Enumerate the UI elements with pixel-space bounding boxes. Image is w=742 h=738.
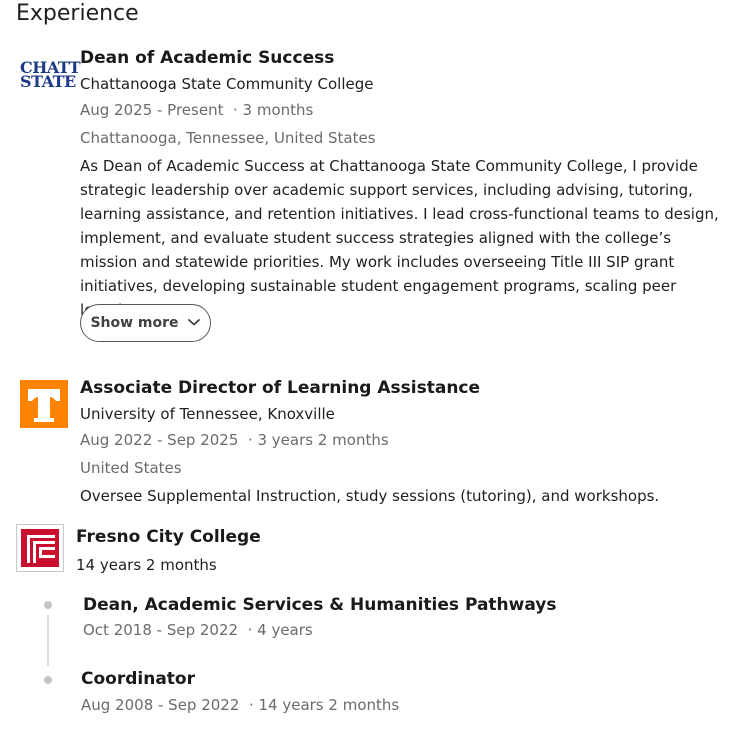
job-dates: Aug 2025 - Present · 3 months — [80, 101, 313, 119]
total-duration: 14 years 2 months — [76, 556, 217, 574]
role-dates: Oct 2018 - Sep 2022 · 4 years — [83, 621, 313, 639]
job-location: Chattanooga, Tennessee, United States — [80, 129, 376, 147]
company-name: University of Tennessee, Knoxville — [80, 405, 335, 423]
date-range: Oct 2018 - Sep 2022 — [83, 621, 239, 639]
role-dates: Aug 2008 - Sep 2022 · 14 years 2 months — [81, 696, 399, 714]
ut-power-t-logo[interactable] — [20, 380, 68, 428]
duration: · 3 years 2 months — [247, 431, 389, 449]
duration: · 4 years — [247, 621, 313, 639]
logo-line2: STATE — [20, 72, 76, 91]
timeline-line — [47, 614, 49, 666]
company-name[interactable]: Fresno City College — [76, 527, 261, 547]
company-name: Chattanooga State Community College — [80, 75, 374, 93]
job-description: As Dean of Academic Success at Chattanoo… — [80, 157, 719, 319]
role-title[interactable]: Coordinator — [81, 669, 195, 689]
section-title: Experience — [16, 1, 139, 26]
job-location: United States — [80, 459, 182, 477]
job-title[interactable]: Dean of Academic Success — [80, 48, 334, 68]
fresno-city-college-logo[interactable] — [16, 524, 64, 572]
duration: · 3 months — [233, 101, 314, 119]
show-more-label: Show more — [90, 315, 179, 331]
timeline-dot — [44, 601, 52, 609]
date-range: Aug 2022 - Sep 2025 — [80, 431, 239, 449]
chevron-down-icon — [187, 315, 201, 331]
job-title[interactable]: Associate Director of Learning Assistanc… — [80, 378, 480, 398]
duration: · 14 years 2 months — [248, 696, 400, 714]
show-more-button[interactable]: Show more — [80, 304, 211, 342]
date-range: Aug 2008 - Sep 2022 — [81, 696, 240, 714]
role-title[interactable]: Dean, Academic Services & Humanities Pat… — [83, 595, 557, 615]
job-dates: Aug 2022 - Sep 2025 · 3 years 2 months — [80, 431, 389, 449]
chatt-state-logo[interactable]: CHATT STATE — [18, 58, 81, 92]
job-description: Oversee Supplemental Instruction, study … — [80, 487, 660, 505]
date-range: Aug 2025 - Present — [80, 101, 224, 119]
timeline-dot — [44, 676, 52, 684]
